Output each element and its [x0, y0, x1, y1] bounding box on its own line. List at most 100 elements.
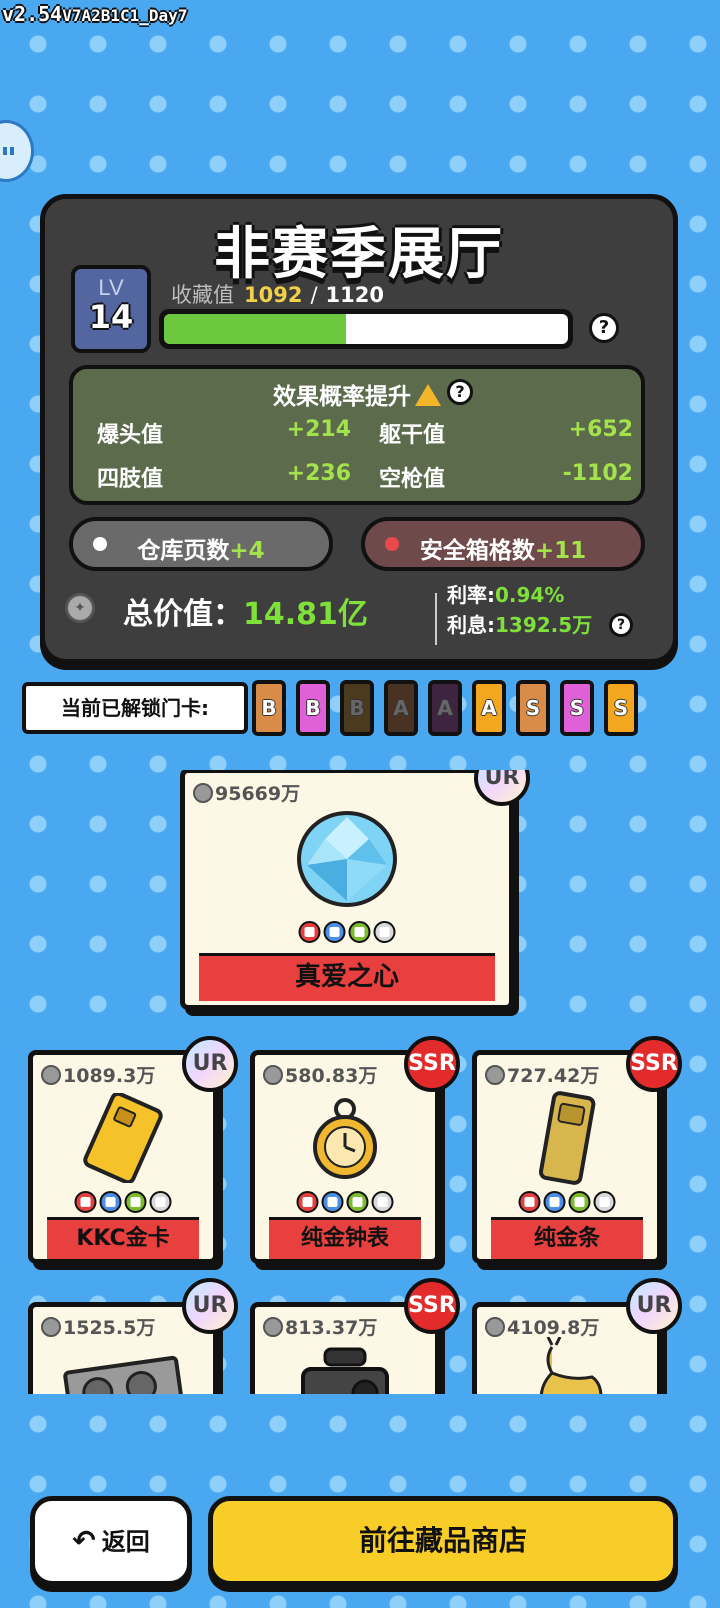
item-price-value: 1525.5万	[63, 1317, 156, 1339]
coin-icon	[485, 1065, 505, 1085]
item-name: KKC金卡	[47, 1217, 199, 1259]
item-price: 727.42万	[485, 1061, 599, 1088]
keycard-a: A	[472, 680, 506, 736]
keycard-b: B	[296, 680, 330, 736]
keycard-a: A	[428, 680, 462, 736]
item-price: 1089.3万	[41, 1061, 155, 1088]
collect-value-row: 收藏值 1092 / 1120	[171, 279, 384, 309]
interest-help-icon[interactable]: ?	[609, 613, 633, 637]
triangle-icon	[415, 384, 441, 406]
go-to-shop-button[interactable]: 前往藏品商店	[208, 1496, 678, 1586]
total-value-row: ✦ 总价值：14.81亿 利率:0.94% 利息:1392.5万 ?	[65, 583, 665, 645]
item-price: 813.37万	[263, 1313, 377, 1340]
coin-icon	[485, 1317, 505, 1337]
stat-label: 爆头值	[97, 423, 164, 448]
coin-icon	[263, 1317, 283, 1337]
level-badge: LV 14	[71, 265, 151, 353]
keycard-a: A	[384, 680, 418, 736]
rarity-badge: UR	[182, 1036, 238, 1092]
attribute-icons	[518, 1191, 616, 1213]
hall-panel: 非赛季展厅 LV 14 收藏值 1092/1120 ? 效果概率提升 ? 爆头值 +…	[40, 194, 678, 664]
collect-progress-bar	[159, 309, 573, 349]
item-name: 真爱之心	[199, 953, 495, 1001]
rate-label: 利率:	[447, 583, 495, 607]
rarity-badge: SSR	[404, 1278, 460, 1334]
level-number: 14	[88, 298, 134, 336]
total-value: 总价值：14.81亿	[123, 589, 368, 633]
collect-separator: /	[310, 283, 318, 307]
item-price-value: 580.83万	[285, 1065, 378, 1087]
gold-pocket-watch-icon	[305, 1091, 385, 1189]
version-build: V7A2B1C1_Day7	[62, 6, 188, 25]
stat-torso: 躯干值 +652	[379, 417, 633, 449]
stat-label: 躯干值	[379, 423, 446, 448]
gold-bar-icon	[527, 1091, 607, 1191]
safebox-plus: +11	[534, 538, 587, 564]
item-price-value: 4109.8万	[507, 1317, 600, 1339]
back-label: 返回	[101, 1528, 150, 1556]
keycard-s: S	[560, 680, 594, 736]
item-name: 纯金钟表	[269, 1217, 421, 1259]
total-label: 总价值：	[123, 597, 243, 632]
total-amount: 14.81亿	[243, 597, 368, 632]
item-price: 4109.8万	[485, 1313, 599, 1340]
back-button[interactable]: ↶ 返回	[30, 1496, 192, 1586]
stat-value: +214	[286, 417, 351, 442]
effect-title: 效果概率提升	[273, 384, 411, 410]
interest-value: 1392.5万	[495, 613, 593, 637]
interest-label: 利息:	[447, 613, 495, 637]
camera-icon	[295, 1345, 395, 1394]
attribute-icons	[298, 921, 396, 943]
safebox-slots-button[interactable]: 安全箱格数+11	[361, 517, 645, 571]
coin-icon	[41, 1065, 61, 1085]
effect-title-row: 效果概率提升	[73, 377, 641, 411]
rarity-badge: UR	[182, 1278, 238, 1334]
interest-rate: 利率:0.94%	[447, 579, 564, 608]
rarity-badge: SSR	[404, 1036, 460, 1092]
side-chat-bubble-icon[interactable]	[0, 120, 34, 182]
rarity-badge: SSR	[626, 1036, 682, 1092]
stat-miss: 空枪值 -1102	[379, 461, 633, 493]
item-price: 1525.5万	[41, 1313, 155, 1340]
collect-label: 收藏值	[171, 283, 234, 307]
collect-current: 1092	[244, 283, 303, 307]
item-name: 纯金条	[491, 1217, 643, 1259]
effect-help-icon[interactable]: ?	[447, 379, 473, 405]
safebox-label: 安全箱格数	[419, 538, 535, 564]
collect-progress-fill	[164, 314, 346, 344]
item-price-value: 1089.3万	[63, 1065, 156, 1087]
stat-label: 空枪值	[379, 467, 446, 492]
keycard-b: B	[340, 680, 374, 736]
item-price-value: 813.37万	[285, 1317, 378, 1339]
interest-amount: 利息:1392.5万	[447, 609, 592, 638]
stat-headshot: 爆头值 +214	[97, 417, 351, 449]
warehouse-pages-button[interactable]: 仓库页数+4	[69, 517, 333, 571]
item-price: 580.83万	[263, 1061, 377, 1088]
stat-label: 四肢值	[97, 467, 164, 492]
coin-icon	[263, 1065, 283, 1085]
effect-box: 效果概率提升 ? 爆头值 +214 躯干值 +652 四肢值 +236 空枪值 -110…	[69, 365, 645, 505]
version-label: v2.54V7A2B1C1_Day7	[2, 2, 187, 26]
keycard-b: B	[252, 680, 286, 736]
rarity-badge: UR	[626, 1278, 682, 1334]
item-price-value: 95669万	[215, 783, 301, 805]
stat-value: +236	[286, 461, 351, 486]
item-price-value: 727.42万	[507, 1065, 600, 1087]
collect-max: 1120	[325, 283, 384, 307]
divider	[435, 593, 437, 645]
collect-help-icon[interactable]: ?	[589, 313, 619, 343]
attribute-icons	[74, 1191, 172, 1213]
diamond-heart-icon	[295, 809, 399, 913]
keycard-label: 当前已解锁门卡:	[22, 682, 248, 734]
item-price: 95669万	[193, 779, 300, 806]
stat-limbs: 四肢值 +236	[97, 461, 351, 493]
stat-value: +652	[568, 417, 633, 442]
attribute-icons	[296, 1191, 394, 1213]
collection-grid: 95669万 真爱之心 UR 1089.3万 KKC金卡 UR 580.83万 …	[0, 770, 720, 1394]
gold-card-icon	[81, 1091, 165, 1187]
graphics-card-icon	[63, 1355, 184, 1394]
back-arrow-icon: ↶	[72, 1524, 96, 1557]
warehouse-label: 仓库页数	[137, 538, 230, 564]
featured-item-card[interactable]: 95669万 真爱之心	[180, 770, 514, 1010]
warehouse-plus: +4	[229, 538, 265, 564]
